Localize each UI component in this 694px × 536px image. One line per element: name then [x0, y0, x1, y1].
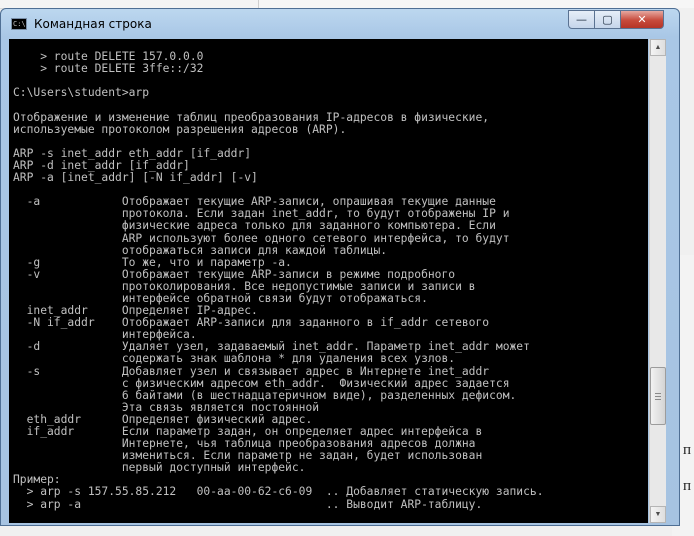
console-line: Отображение и изменение таблиц преобразо… [13, 110, 490, 124]
vertical-scrollbar[interactable]: ▲ ▼ [649, 39, 666, 523]
console-line: > arp -s 157.55.85.212 00-aa-00-62-c6-09… [13, 485, 544, 499]
console-line: используемые протоколом разрешения адрес… [13, 122, 347, 136]
window-title: Командная строка [34, 17, 152, 31]
console-line: ARP используют более одного сетевого инт… [13, 231, 510, 245]
scroll-down-arrow-icon[interactable]: ▼ [650, 506, 666, 523]
close-button[interactable]: ✕ [620, 10, 664, 29]
command-prompt-window: C:\ Командная строка — ▢ ✕ > route DELET… [0, 8, 680, 526]
console-line: -g То же, что и параметр -a. [13, 255, 292, 269]
background-document-text: п [683, 442, 692, 458]
console-line: физические адреса только для заданного к… [13, 219, 496, 233]
console-line: ARP -a [inet_addr] [-N if_addr] [-v] [13, 171, 258, 185]
console-line: содержать знак шаблона * для удаления вс… [13, 352, 456, 366]
title-bar[interactable]: C:\ Командная строка — ▢ ✕ [1, 9, 679, 39]
grip-line [655, 393, 661, 394]
console-line: -s Добавляет узел и связывает адрес в Ин… [13, 364, 490, 378]
console-line: 6 байтами (в шестнадцатеричном виде), ра… [13, 388, 517, 402]
console-line: первый доступный интерфейс. [13, 461, 306, 475]
background-document-text: п [683, 478, 692, 494]
console-line: отображаться записи для каждой таблицы. [13, 243, 388, 257]
grip-line [655, 396, 661, 397]
console-line: с физическим адресом eth_addr. Физически… [13, 376, 510, 390]
console-output[interactable]: > route DELETE 157.0.0.0 > route DELETE … [9, 39, 648, 523]
console-text: > route DELETE 157.0.0.0 > route DELETE … [9, 39, 648, 511]
maximize-button[interactable]: ▢ [594, 10, 621, 29]
console-app-icon[interactable]: C:\ [11, 18, 27, 30]
console-line: C:\Users\student>arp [13, 86, 150, 100]
minimize-button[interactable]: — [568, 10, 595, 29]
scrollbar-thumb[interactable] [650, 367, 666, 425]
scroll-up-arrow-icon[interactable]: ▲ [650, 39, 666, 56]
background-toolbar-right [258, 0, 694, 8]
console-line: > route DELETE 3ffe::/32 [13, 62, 204, 76]
grip-line [655, 399, 661, 400]
console-line: > arp -a .. Выводит ARP-таблицу. [13, 497, 483, 511]
